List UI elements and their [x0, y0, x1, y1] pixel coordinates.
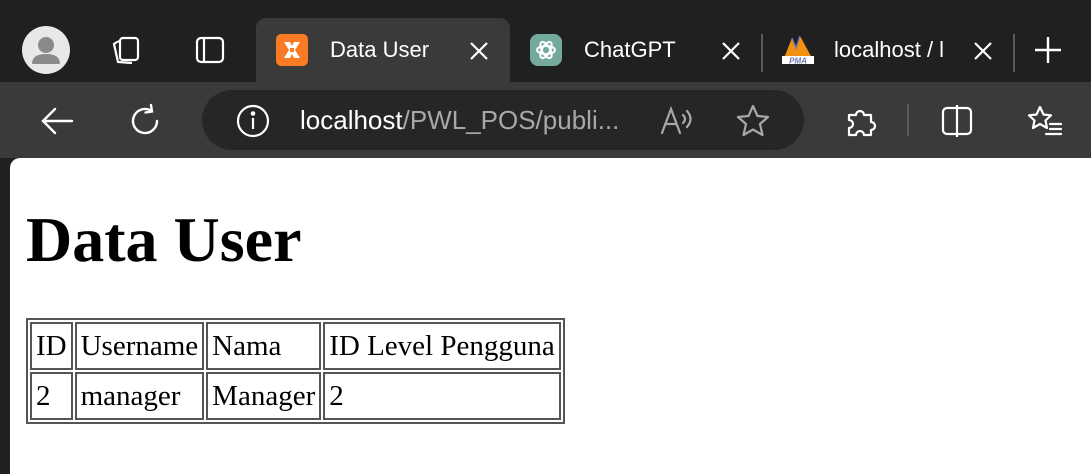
page-viewport: Data User ID Username Nama ID Level Peng… — [10, 158, 1091, 474]
header-nama: Nama — [206, 322, 322, 370]
table-header-row: ID Username Nama ID Level Pengguna — [30, 322, 561, 370]
split-screen-icon[interactable] — [938, 102, 976, 140]
user-table: ID Username Nama ID Level Pengguna 2 man… — [26, 318, 565, 424]
cell-id: 2 — [30, 372, 73, 420]
favorites-list-icon[interactable] — [1026, 102, 1064, 140]
favorite-star-icon[interactable] — [734, 102, 772, 140]
site-info-icon[interactable] — [234, 102, 272, 140]
header-username: Username — [74, 322, 205, 370]
close-tab-icon[interactable] — [720, 40, 742, 62]
cell-nama: Manager — [206, 372, 322, 420]
cell-username: manager — [74, 372, 205, 420]
table-row: 2 manager Manager 2 — [30, 372, 561, 420]
close-tab-icon[interactable] — [972, 40, 994, 62]
url-host: localhost — [300, 105, 403, 135]
read-aloud-icon[interactable] — [658, 102, 696, 140]
address-url[interactable]: localhost/PWL_POS/publi... — [300, 104, 619, 136]
tab-separator — [761, 34, 763, 72]
tab-separator — [1013, 34, 1015, 72]
tab-strip: Data User ChatGPT PMA localhost / l — [0, 0, 1091, 82]
tab-data-user[interactable]: Data User — [256, 18, 510, 82]
url-path: /PWL_POS/publi... — [402, 105, 620, 135]
tab-title: ChatGPT — [584, 37, 676, 62]
tab-phpmyadmin[interactable]: PMA localhost / l — [764, 18, 1012, 82]
xampp-icon — [276, 34, 308, 66]
header-id: ID — [30, 322, 73, 370]
tab-title: Data User — [330, 37, 430, 62]
tab-chatgpt[interactable]: ChatGPT — [510, 18, 760, 82]
cell-id-level: 2 — [323, 372, 561, 420]
close-tab-icon[interactable] — [468, 40, 490, 62]
back-arrow-icon[interactable] — [38, 102, 76, 140]
svg-text:PMA: PMA — [789, 57, 807, 66]
chatgpt-icon — [530, 34, 562, 66]
extensions-puzzle-icon[interactable] — [842, 102, 880, 140]
navigation-toolbar: localhost/PWL_POS/publi... — [0, 82, 1091, 158]
profile-avatar-icon[interactable] — [22, 26, 70, 74]
header-id-level-pengguna: ID Level Pengguna — [323, 322, 561, 370]
tab-title: localhost / l — [834, 37, 945, 62]
tab-actions-icon[interactable] — [192, 32, 228, 68]
refresh-icon[interactable] — [126, 102, 164, 140]
toolbar-divider — [907, 104, 909, 136]
new-tab-icon[interactable] — [1030, 32, 1066, 68]
phpmyadmin-icon: PMA — [780, 34, 814, 66]
page-title: Data User — [26, 204, 302, 275]
address-bar[interactable]: localhost/PWL_POS/publi... — [202, 90, 804, 150]
browser-window: Data User ChatGPT PMA localhost / l loca… — [0, 0, 1091, 474]
workspaces-icon[interactable] — [108, 32, 144, 68]
